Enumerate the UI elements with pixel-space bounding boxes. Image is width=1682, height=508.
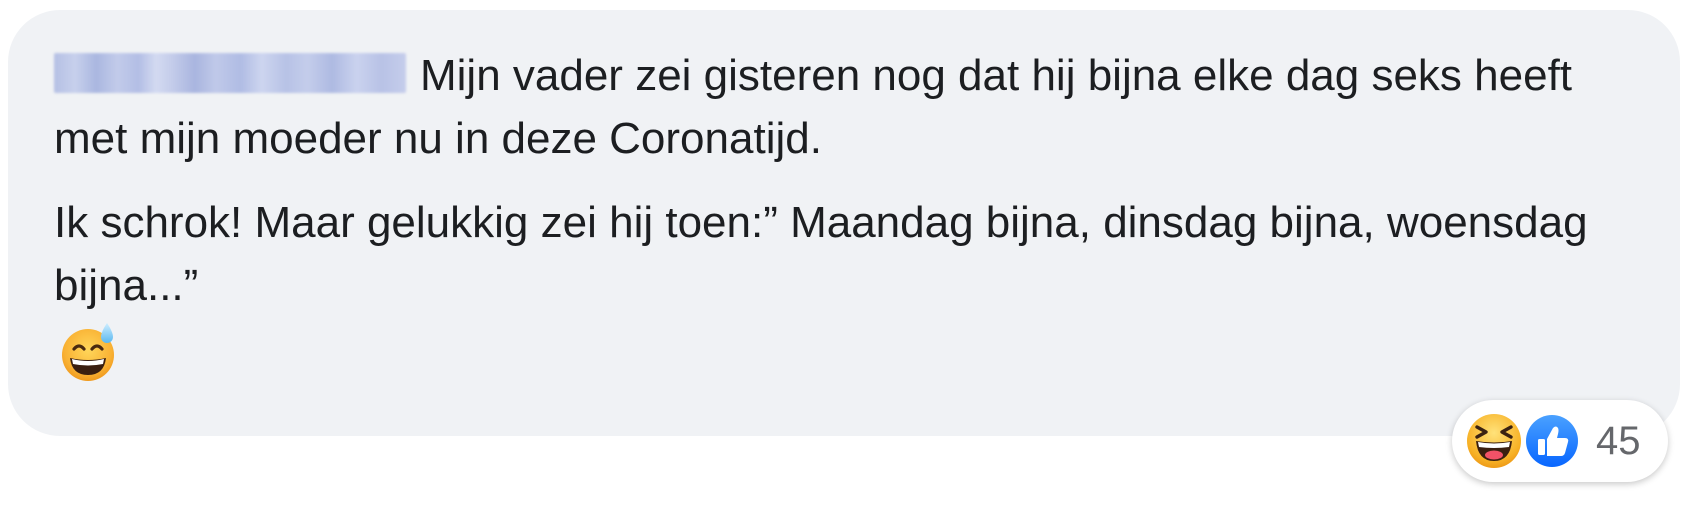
author-name-blurred[interactable] — [54, 53, 406, 93]
comment-paragraph-1: Mijn vader zei gisteren nog dat hij bijn… — [54, 44, 1632, 170]
grinning-face-with-sweat-icon — [62, 323, 114, 381]
comment-bubble: Mijn vader zei gisteren nog dat hij bijn… — [8, 10, 1680, 436]
comment-paragraph-2: Ik schrok! Maar gelukkig zei hij toen:” … — [54, 191, 1632, 317]
like-reaction-icon — [1524, 413, 1580, 469]
comment-text-2: Ik schrok! Maar gelukkig zei hij toen:” … — [54, 198, 1588, 310]
reaction-count: 45 — [1596, 419, 1641, 463]
comment-emoji-line — [54, 317, 1632, 383]
reactions-summary[interactable]: 45 — [1452, 400, 1668, 482]
haha-reaction-icon — [1464, 411, 1524, 471]
